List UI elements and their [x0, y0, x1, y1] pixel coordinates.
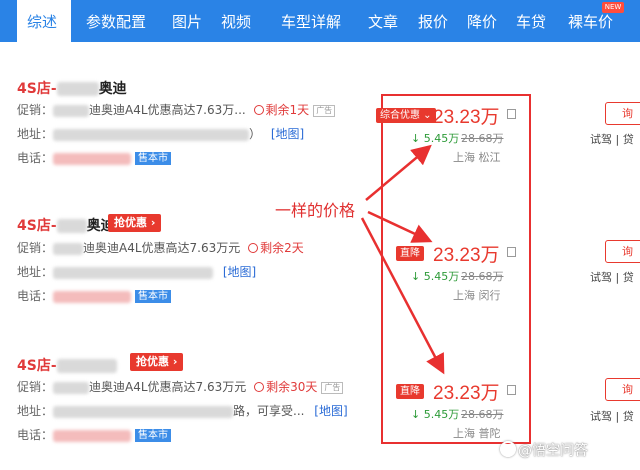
wukong-logo-icon [500, 441, 516, 457]
loan-link[interactable]: 贷 [623, 271, 634, 284]
arrow-to-price-1 [365, 144, 432, 201]
test-drive-link[interactable]: 试驾 [590, 410, 612, 423]
test-drive-link[interactable]: 试驾 [590, 133, 612, 146]
inquire-button[interactable]: 询 [605, 240, 640, 263]
inquire-button[interactable]: 询 [605, 102, 640, 125]
loan-link[interactable]: 贷 [623, 410, 634, 423]
side-links: 试驾 | 贷 [590, 133, 634, 146]
test-drive-link[interactable]: 试驾 [590, 271, 612, 284]
page-root: 综述 参数配置 图片 视频 车型详解 文章 报价 降价 车贷 裸车价 NEW 4… [0, 0, 640, 470]
side-links: 试驾 | 贷 [590, 271, 634, 284]
arrow-to-price-3 [360, 217, 445, 375]
watermark: @悟空问答 [518, 443, 588, 459]
side-links: 试驾 | 贷 [590, 410, 634, 423]
inquire-button[interactable]: 询 [605, 378, 640, 401]
annotation-arrows [360, 144, 445, 375]
loan-link[interactable]: 贷 [623, 133, 634, 146]
arrow-to-price-2 [367, 210, 433, 243]
